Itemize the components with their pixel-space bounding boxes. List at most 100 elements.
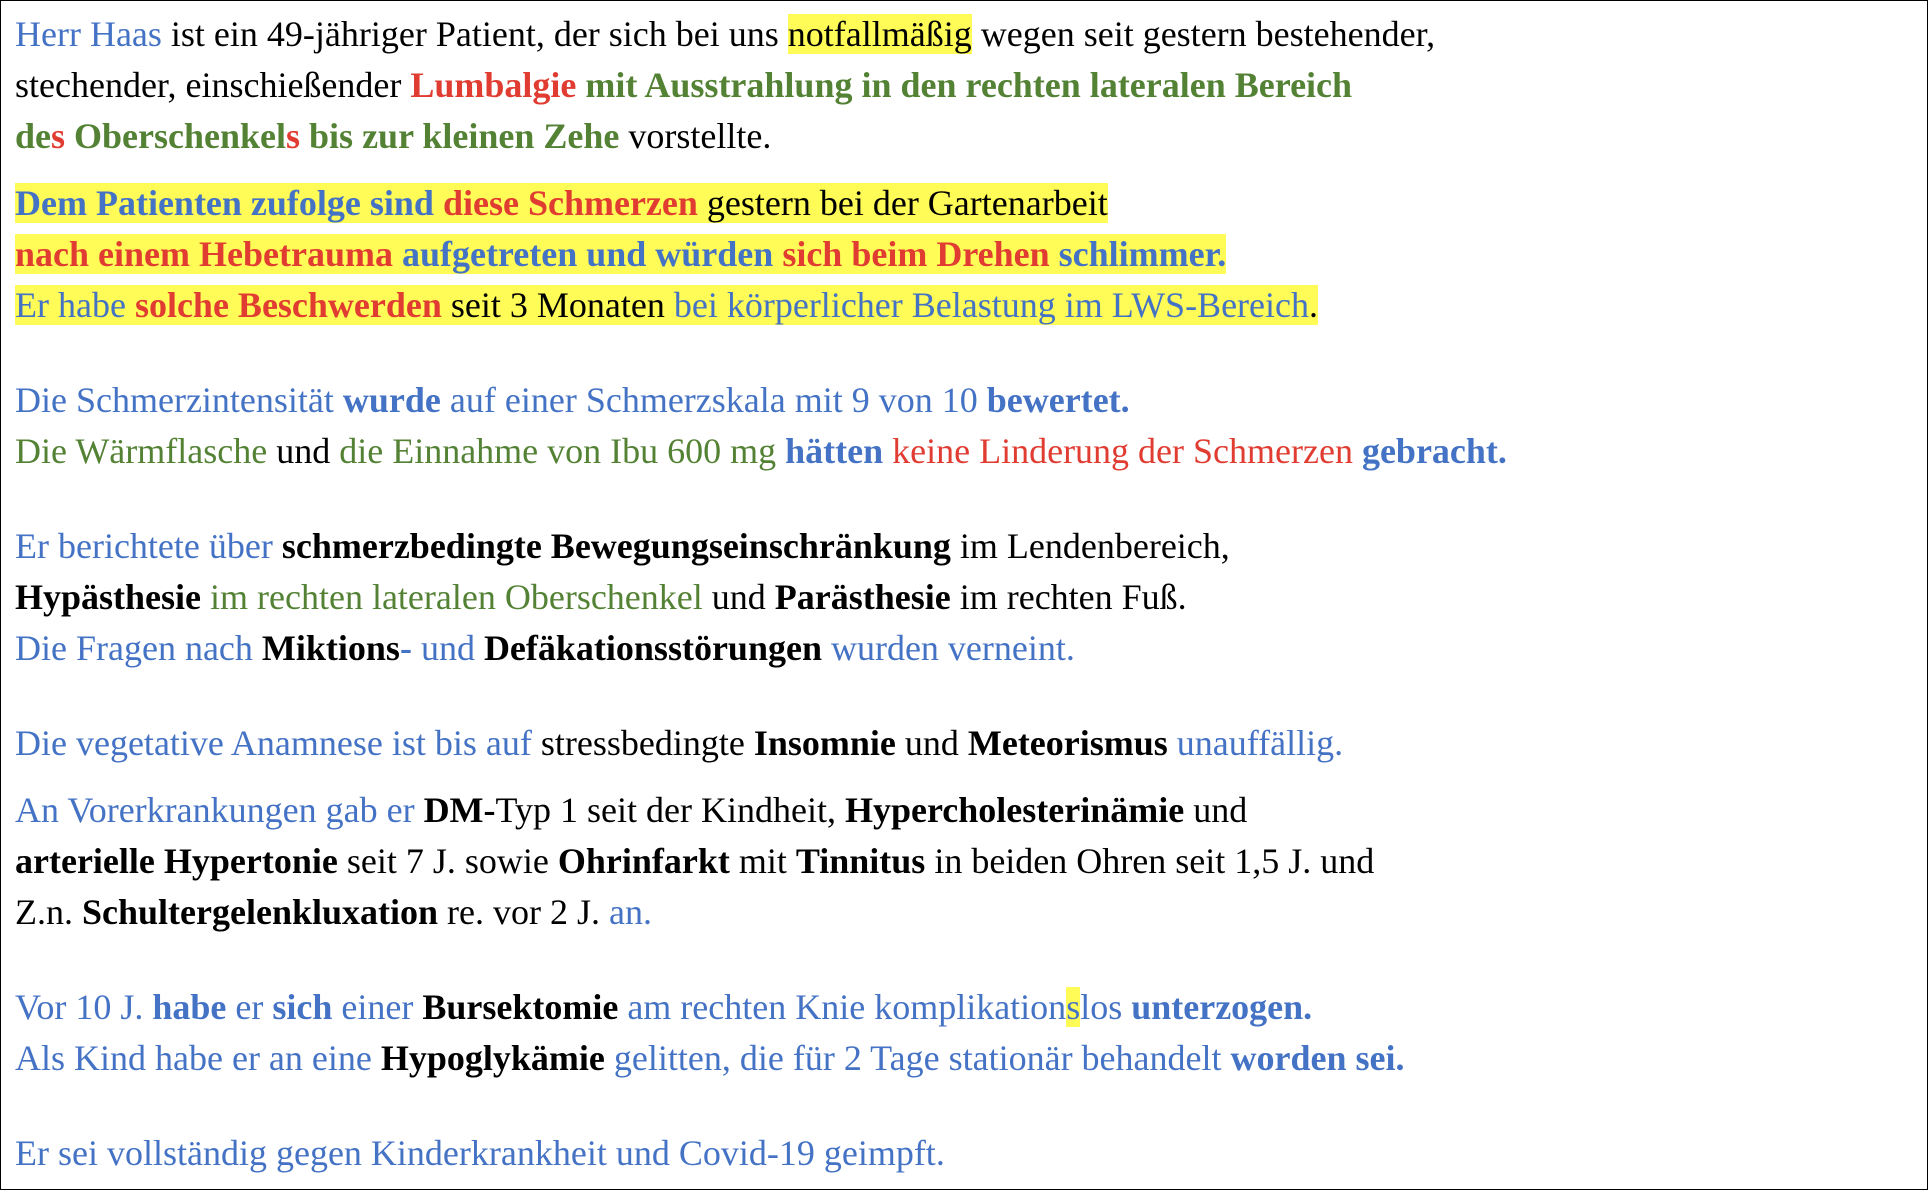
text-line: nach einem Hebetrauma aufgetreten und wü…: [15, 229, 1895, 280]
text-line: arterielle Hypertonie seit 7 J. sowie Oh…: [15, 836, 1895, 887]
text-run: gelitten, die für 2 Tage stationär behan…: [604, 1038, 1231, 1078]
text-run: Bursektomie: [422, 987, 619, 1027]
text-line: Die Schmerzintensität wurde auf einer Sc…: [15, 375, 1895, 426]
text-run: sich: [272, 987, 333, 1027]
highlighted-text: seit 3 Monaten: [441, 285, 674, 325]
document-page: Herr Haas ist ein 49-jähriger Patient, d…: [0, 0, 1928, 1190]
highlighted-text: gestern bei der Gartenarbeit: [697, 183, 1108, 223]
text-run: s: [51, 116, 66, 156]
text-line: Die vegetative Anamnese ist bis auf stre…: [15, 718, 1895, 769]
text-run: gebracht.: [1361, 431, 1507, 471]
highlighted-text: aufgetreten und würden: [392, 234, 783, 274]
text-run: schmerzbedingte Bewegungseinschränkung: [281, 526, 951, 566]
text-run: Die Fragen nach: [15, 628, 262, 668]
paragraph: An Vorerkrankungen gab er DM-Typ 1 seit …: [15, 785, 1895, 938]
text-run: an.: [609, 892, 652, 932]
text-line: stechender, einschießender Lumbalgie mit…: [15, 60, 1895, 111]
text-run: Meteorismus: [967, 723, 1168, 763]
text-line: Er berichtete über schmerzbedingte Beweg…: [15, 521, 1895, 572]
text-run: keine Linderung der Schmerzen: [883, 431, 1362, 471]
text-run: und: [702, 577, 775, 617]
highlighted-text: diese Schmerzen: [442, 183, 698, 223]
text-run: Defäkationsstörungen: [483, 628, 822, 668]
text-run: de: [15, 116, 51, 156]
text-line: Die Wärmflasche und die Einnahme von Ibu…: [15, 426, 1895, 477]
text-run: wurden verneint.: [821, 628, 1075, 668]
text-run: wurde: [342, 380, 441, 420]
highlighted-text: solche Beschwerden: [134, 285, 442, 325]
anamnesis-text: Herr Haas ist ein 49-jähriger Patient, d…: [15, 9, 1895, 1179]
text-run: habe: [152, 987, 227, 1027]
text-run: auf einer Schmerzskala mit 9 von 10: [440, 380, 987, 420]
text-line: Die Fragen nach Miktions- und Defäkation…: [15, 623, 1895, 674]
paragraph: Die Schmerzintensität wurde auf einer Sc…: [15, 375, 1895, 477]
text-run: seit 7 J. sowie: [337, 841, 558, 881]
text-run: im Lendenbereich,: [950, 526, 1230, 566]
text-run: Er berichtete über: [15, 526, 282, 566]
text-run: Hypästhesie: [15, 577, 202, 617]
paragraph: Dem Patienten zufolge sind diese Schmerz…: [15, 178, 1895, 331]
text-run: und: [267, 431, 340, 471]
text-run: er: [226, 987, 273, 1027]
text-run: -: [399, 628, 412, 668]
text-line: Er sei vollständig gegen Kinderkrankheit…: [15, 1128, 1895, 1179]
text-run: in beiden Ohren seit 1,5 J. und: [925, 841, 1375, 881]
text-run: Die vegetative Anamnese ist bis auf: [15, 723, 541, 763]
highlighted-text: Er habe: [15, 285, 135, 325]
text-run: Als Kind habe er an eine: [15, 1038, 381, 1078]
text-run: Tinnitus: [795, 841, 926, 881]
text-run: mit Ausstrahlung in den rechten laterale…: [576, 65, 1353, 105]
highlighted-text: Dem Patienten zufolge sind: [15, 183, 443, 223]
highlighted-text: notfallmäßig: [787, 14, 972, 54]
highlighted-text: s: [1066, 987, 1081, 1027]
text-run: und: [411, 628, 484, 668]
text-run: Herr Haas: [15, 14, 162, 54]
text-run: Lumbalgie: [410, 65, 577, 105]
text-run: die Einnahme von Ibu 600 mg: [339, 431, 786, 471]
text-line: An Vorerkrankungen gab er DM-Typ 1 seit …: [15, 785, 1895, 836]
text-run: Er sei vollständig gegen Kinderkrankheit…: [15, 1133, 945, 1173]
text-run: hätten: [785, 431, 884, 471]
text-run: unterzogen.: [1131, 987, 1313, 1027]
text-run: los: [1080, 987, 1132, 1027]
text-run: Z.n.: [15, 892, 82, 932]
highlighted-text: schlimmer.: [1049, 234, 1227, 274]
text-line: Z.n. Schultergelenkluxation re. vor 2 J.…: [15, 887, 1895, 938]
paragraph: Vor 10 J. habe er sich einer Bursektomie…: [15, 982, 1895, 1084]
text-run: wegen seit gestern bestehender,: [971, 14, 1436, 54]
text-line: des Oberschenkels bis zur kleinen Zehe v…: [15, 111, 1895, 162]
highlighted-text: sich beim Drehen: [782, 234, 1050, 274]
text-run: s: [286, 116, 301, 156]
text-run: im rechten Fuß.: [950, 577, 1187, 617]
text-run: Die Wärmflasche: [15, 431, 268, 471]
text-run: und: [895, 723, 968, 763]
text-run: Die Schmerzintensität: [15, 380, 343, 420]
text-run: Schultergelenkluxation: [82, 892, 439, 932]
text-run: bis zur kleinen Zehe: [300, 116, 620, 156]
text-run: am rechten Knie komplikation: [618, 987, 1067, 1027]
text-line: Herr Haas ist ein 49-jähriger Patient, d…: [15, 9, 1895, 60]
text-line: Vor 10 J. habe er sich einer Bursektomie…: [15, 982, 1895, 1033]
highlighted-text: bei körperlicher Belastung im LWS-Bereic…: [673, 285, 1309, 325]
text-run: Parästhesie: [774, 577, 951, 617]
text-run: im rechten lateralen Oberschenkel: [201, 577, 703, 617]
text-run: und: [1184, 790, 1248, 830]
text-line: Hypästhesie im rechten lateralen Obersch…: [15, 572, 1895, 623]
text-run: ist ein 49-jähriger Patient, der sich be…: [161, 14, 788, 54]
text-run: DM-: [423, 790, 496, 830]
text-run: Typ 1 seit der Kindheit,: [495, 790, 845, 830]
text-run: arterielle Hypertonie: [15, 841, 338, 881]
highlighted-text: .: [1309, 285, 1318, 325]
text-run: bewertet.: [986, 380, 1130, 420]
text-line: Er habe solche Beschwerden seit 3 Monate…: [15, 280, 1895, 331]
text-run: Miktions: [261, 628, 400, 668]
text-run: Insomnie: [753, 723, 896, 763]
text-run: unauffällig.: [1167, 723, 1344, 763]
text-run: worden sei.: [1230, 1038, 1405, 1078]
paragraph: Er berichtete über schmerzbedingte Beweg…: [15, 521, 1895, 674]
